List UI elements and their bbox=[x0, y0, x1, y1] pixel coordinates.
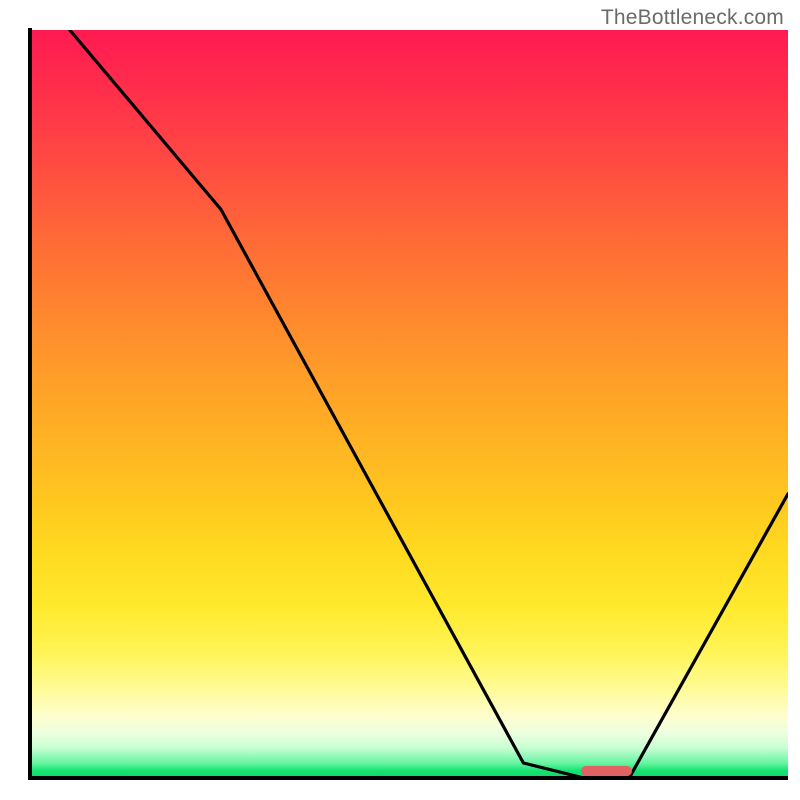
chart-container: TheBottleneck.com bbox=[0, 0, 800, 800]
optimal-range-marker bbox=[581, 766, 632, 776]
watermark-text: TheBottleneck.com bbox=[601, 6, 784, 30]
y-axis bbox=[28, 28, 32, 778]
x-axis bbox=[28, 776, 788, 780]
plot-area bbox=[32, 30, 788, 778]
curve-path bbox=[32, 30, 788, 778]
bottleneck-curve bbox=[32, 30, 788, 778]
